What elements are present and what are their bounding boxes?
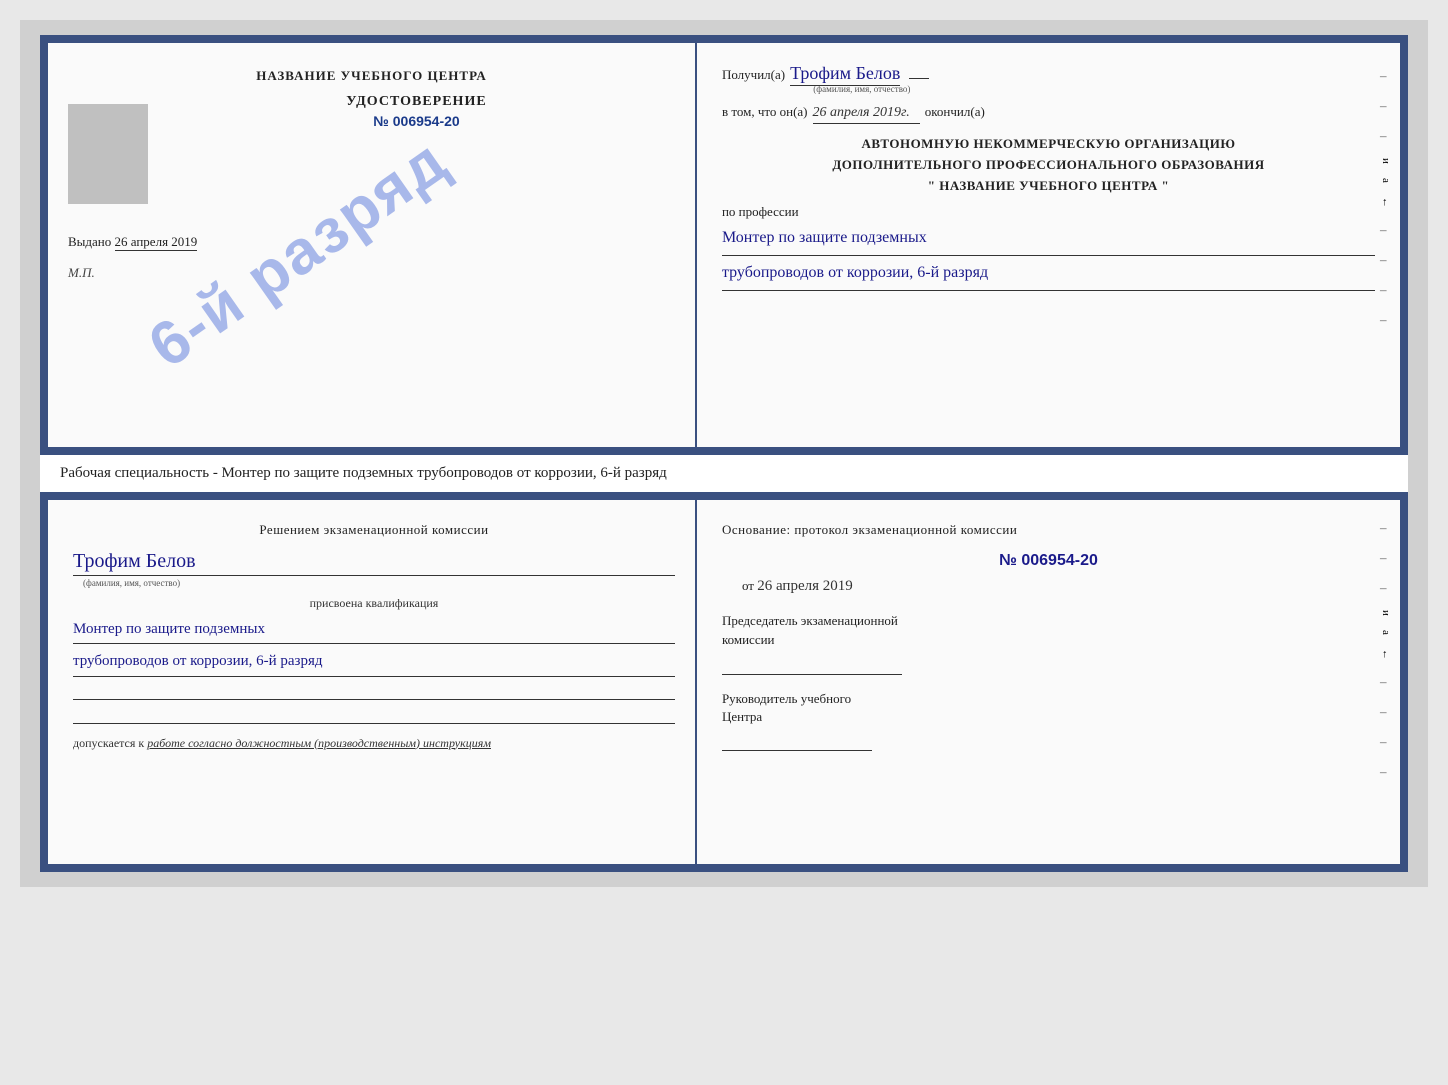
rukovoditel-signature-line [722, 731, 872, 751]
diploma-left-title: НАЗВАНИЕ УЧЕБНОГО ЦЕНТРА [68, 68, 675, 84]
mp-line: М.П. [68, 265, 675, 281]
page-wrapper: НАЗВАНИЕ УЧЕБНОГО ЦЕНТРА 6-й разряд УДОС… [20, 20, 1428, 887]
poluchil-label: Получил(а) [722, 67, 785, 83]
profession-line1-top: Монтер по защите подземных [722, 224, 1375, 256]
ot-date: 26 апреля 2019 [757, 578, 853, 594]
cert-info: УДОСТОВЕРЕНИЕ № 006954-20 [158, 94, 675, 129]
prisvoyena-label: присвоена квалификация [73, 596, 675, 611]
resheniem-text: Решением экзаменационной комиссии [73, 520, 675, 540]
vydano-label: Выдано [68, 234, 111, 249]
bottom-cert: Решением экзаменационной комиссии Трофим… [40, 492, 1408, 872]
recipient-name-bottom: Трофим Белов [73, 550, 675, 576]
rukovoditel-line2: Центра [722, 708, 1375, 726]
photo-placeholder [68, 104, 148, 204]
blank-line-2 [73, 704, 675, 724]
diploma-top: НАЗВАНИЕ УЧЕБНОГО ЦЕНТРА 6-й разряд УДОС… [40, 35, 1408, 455]
right-dashes-top: – – – и а ← – – – – [1380, 68, 1392, 328]
vydano-line: Выдано 26 апреля 2019 [68, 234, 675, 250]
recipient-name-top: Трофим Белов [790, 63, 900, 86]
profession-line1-bottom: Монтер по защите подземных [73, 615, 675, 645]
osnovanie-text: Основание: протокол экзаменационной коми… [722, 520, 1375, 540]
dopuskaetsya-row: допускается к работе согласно должностны… [73, 736, 675, 751]
vtom-label: в том, что он(а) [722, 104, 808, 120]
dopuskaetsya-value: работе согласно должностным (производств… [147, 736, 491, 750]
predsedatel-line1: Председатель экзаменационной [722, 611, 1375, 631]
bottom-right: Основание: протокол экзаменационной коми… [697, 500, 1400, 864]
okончил-label: окончил(а) [925, 104, 985, 120]
udostoverenie-title: УДОСТОВЕРЕНИЕ [158, 94, 675, 110]
fio-sublabel-bottom: (фамилия, имя, отчество) [83, 578, 675, 588]
vydano-date: 26 апреля 2019 [115, 234, 198, 251]
cert-number: № 006954-20 [158, 113, 675, 129]
completion-date: 26 апреля 2019г. [813, 105, 920, 124]
specialty-bar: Рабочая специальность - Монтер по защите… [40, 455, 1408, 492]
blank-line-1 [73, 680, 675, 700]
vtom-row: в том, что он(а) 26 апреля 2019г. окончи… [722, 104, 1375, 124]
specialty-text: Рабочая специальность - Монтер по защите… [60, 465, 667, 481]
diploma-right: Получил(а) Трофим Белов (фамилия, имя, о… [697, 43, 1400, 447]
poluchil-row: Получил(а) Трофим Белов (фамилия, имя, о… [722, 63, 1375, 94]
po-professii-label: по профессии [722, 204, 1375, 220]
dopuskaetsya-label: допускается к [73, 736, 144, 750]
cert-stamp-area: УДОСТОВЕРЕНИЕ № 006954-20 [68, 94, 675, 204]
right-dashes-bottom: – – – и а ← – – – – [1380, 520, 1392, 780]
ot-date-row: от 26 апреля 2019 [722, 578, 1375, 595]
predsedatel-signature-line [722, 655, 902, 675]
predsedatel-line2: комиссии [722, 630, 1375, 650]
predsedatel-text: Председатель экзаменационной комиссии [722, 611, 1375, 650]
diploma-left: НАЗВАНИЕ УЧЕБНОГО ЦЕНТРА 6-й разряд УДОС… [48, 43, 697, 447]
org-line1: АВТОНОМНУЮ НЕКОММЕРЧЕСКУЮ ОРГАНИЗАЦИЮ ДО… [722, 134, 1375, 196]
rukovoditel-line1: Руководитель учебного [722, 690, 1375, 708]
profession-line2-top: трубопроводов от коррозии, 6-й разряд [722, 259, 1375, 291]
ot-label: от [742, 578, 754, 593]
rukovoditel-text: Руководитель учебного Центра [722, 690, 1375, 726]
profession-line2-bottom: трубопроводов от коррозии, 6-й разряд [73, 647, 675, 677]
protocol-number: № 006954-20 [722, 552, 1375, 570]
bottom-left: Решением экзаменационной комиссии Трофим… [48, 500, 697, 864]
